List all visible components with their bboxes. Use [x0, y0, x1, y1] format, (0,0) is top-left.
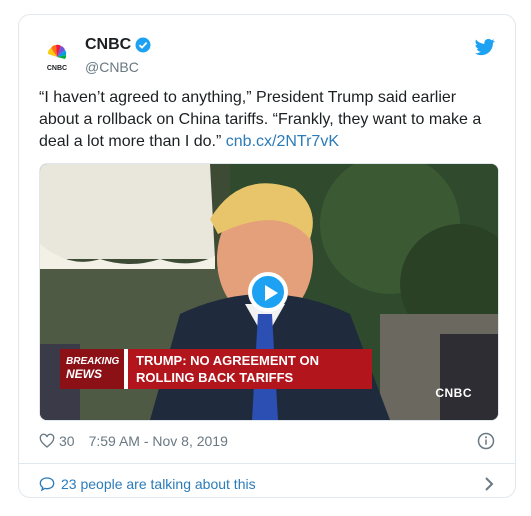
speech-bubble-icon — [39, 477, 55, 492]
conversation-link[interactable]: 23 people are talking about this — [39, 469, 495, 499]
tweet-timestamp[interactable]: 7:59 AM - Nov 8, 2019 — [89, 433, 228, 449]
svg-text:CNBC: CNBC — [47, 65, 67, 72]
tweet-link[interactable]: cnb.cx/2NTr7vK — [226, 133, 339, 150]
headline-line-2: ROLLING BACK TARIFFS — [136, 370, 294, 385]
chevron-right-icon[interactable] — [483, 476, 495, 492]
news-line: NEWS — [66, 367, 102, 381]
breaking-news-label: BREAKING NEWS — [60, 349, 124, 389]
info-icon[interactable] — [477, 432, 495, 450]
heart-icon[interactable] — [39, 433, 55, 449]
twitter-bird-icon[interactable] — [475, 37, 495, 57]
play-icon[interactable] — [248, 272, 288, 312]
video-thumbnail[interactable]: BREAKING NEWS TRUMP: NO AGREEMENT ON ROL… — [39, 163, 499, 421]
cnbc-watermark: CNBC — [435, 386, 472, 400]
tweet-meta: 30 7:59 AM - Nov 8, 2019 — [39, 431, 495, 451]
tweet-card[interactable]: CNBC CNBC @CNBC “I haven’t agreed to any… — [18, 14, 516, 498]
user-handle[interactable]: @CNBC — [85, 59, 139, 75]
verified-badge-icon — [135, 37, 151, 53]
cnbc-bug-text: CNBC — [435, 386, 472, 400]
conversation-text[interactable]: 23 people are talking about this — [61, 476, 256, 492]
breaking-news-banner: BREAKING NEWS TRUMP: NO AGREEMENT ON ROL… — [60, 349, 372, 389]
display-name[interactable]: CNBC — [85, 36, 131, 54]
tweet-text: “I haven’t agreed to anything,” Presiden… — [39, 87, 499, 153]
headline-text: TRUMP: NO AGREEMENT ON ROLLING BACK TARI… — [124, 349, 372, 389]
tweet-header: CNBC CNBC @CNBC — [39, 35, 495, 79]
divider — [19, 463, 515, 464]
headline-line-1: TRUMP: NO AGREEMENT ON — [136, 353, 319, 368]
like-count[interactable]: 30 — [59, 433, 75, 449]
cnbc-peacock-logo[interactable]: CNBC — [39, 37, 75, 73]
name-row: CNBC — [85, 36, 151, 54]
